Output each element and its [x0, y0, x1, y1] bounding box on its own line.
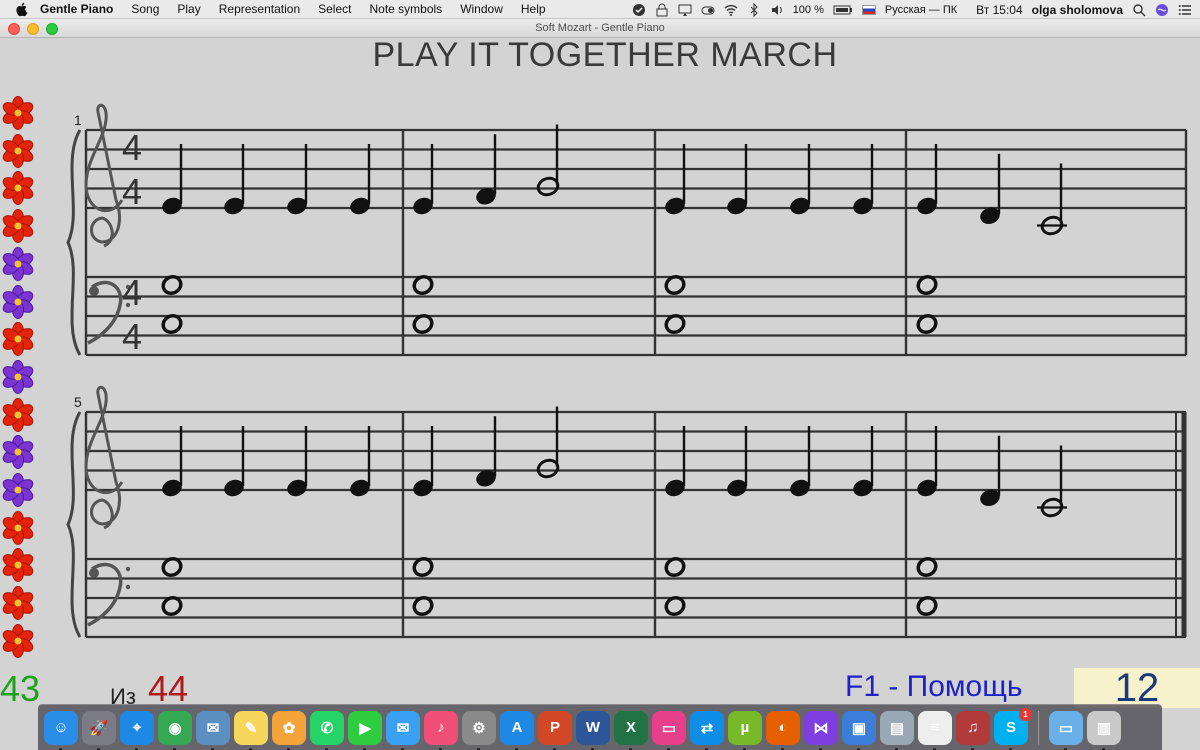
purple-flower-icon — [2, 359, 34, 394]
screen-icon[interactable]: ▭ — [652, 710, 686, 750]
red-flower-icon — [2, 510, 34, 545]
app-store-icon[interactable]: A — [500, 710, 534, 750]
time-signature-digit: 4 — [122, 316, 142, 357]
image-capture-icon[interactable]: ▤ — [880, 710, 914, 750]
treble-clef-icon — [84, 385, 124, 530]
dock-separator — [1038, 710, 1039, 745]
photos-icon[interactable]: ✿ — [272, 710, 306, 750]
trash-icon[interactable]: ▥ — [1087, 710, 1121, 750]
ssd-utility-icon[interactable]: ▣ — [842, 710, 876, 750]
time-signature-digit: 4 — [122, 272, 142, 313]
finder-icon[interactable]: ☺ — [44, 710, 78, 750]
preview-icon[interactable]: ✉ — [196, 710, 230, 750]
red-flower-icon — [2, 586, 34, 621]
visual-studio-icon[interactable]: ⋈ — [804, 710, 838, 750]
word-icon[interactable]: W — [576, 710, 610, 750]
excel-icon[interactable]: X — [614, 710, 648, 750]
downloads-folder-icon[interactable]: ▭ — [1049, 710, 1083, 750]
chrome-icon[interactable]: ◉ — [158, 710, 192, 750]
bass-clef-dot — [89, 286, 99, 296]
notification-badge: 1 — [1019, 707, 1032, 721]
dock: ☺ 🚀 ⌖ ◉ ✉ ✎ ✿ ✆ ▶ ✉ ♪ ⚙ A P W X ▭ ⇄ µ ◐ ⋈ ▣ ▤ ≡ ♫ S 1 ▭ ▥ — [38, 704, 1162, 750]
facetime-icon[interactable]: ▶ — [348, 710, 382, 750]
score-counter: 12 — [1074, 668, 1200, 708]
skype-icon[interactable]: S1 — [994, 707, 1032, 750]
red-flower-icon — [2, 322, 34, 357]
utorrent-icon[interactable]: µ — [728, 710, 762, 750]
measure-number: 5 — [74, 394, 82, 410]
treble-clef-icon — [84, 103, 124, 248]
messages-icon[interactable]: ✉ — [386, 710, 420, 750]
help-hint: F1 - Помощь — [845, 670, 1023, 703]
red-flower-icon — [2, 133, 34, 168]
red-flower-icon — [2, 397, 34, 432]
red-flower-icon — [2, 548, 34, 583]
safari-icon[interactable]: ⌖ — [120, 710, 154, 750]
purple-flower-icon — [2, 435, 34, 470]
bass-clef-dot — [125, 566, 131, 572]
purple-flower-icon — [2, 246, 34, 281]
powerpoint-icon[interactable]: P — [538, 710, 572, 750]
teamviewer-icon[interactable]: ⇄ — [690, 710, 724, 750]
whatsapp-icon[interactable]: ✆ — [310, 710, 344, 750]
notes-icon[interactable]: ✎ — [234, 710, 268, 750]
red-flower-icon — [2, 171, 34, 206]
purple-flower-icon — [2, 473, 34, 507]
itunes-icon[interactable]: ♪ — [424, 710, 458, 750]
textedit-icon[interactable]: ≡ — [918, 710, 952, 750]
grand-staff-brace — [66, 411, 82, 638]
red-flower-icon — [2, 96, 34, 130]
purple-flower-icon — [2, 284, 34, 319]
grand-staff-brace — [66, 129, 82, 356]
red-flower-icon — [2, 209, 34, 244]
measure-number: 1 — [74, 112, 82, 128]
gentle-piano-icon[interactable]: ♫ — [956, 710, 990, 750]
firefox-icon[interactable]: ◐ — [766, 710, 800, 750]
current-note-count: 43 — [0, 668, 41, 709]
red-flower-icon — [2, 623, 34, 658]
launchpad-icon[interactable]: 🚀 — [82, 710, 116, 750]
bass-clef-dot — [125, 584, 131, 590]
sheet-music[interactable]: 144445 — [0, 0, 1200, 700]
time-signature-digit: 4 — [122, 171, 142, 212]
bass-clef-dot — [89, 568, 99, 578]
system-preferences-icon[interactable]: ⚙ — [462, 710, 496, 750]
time-signature-digit: 4 — [122, 127, 142, 168]
